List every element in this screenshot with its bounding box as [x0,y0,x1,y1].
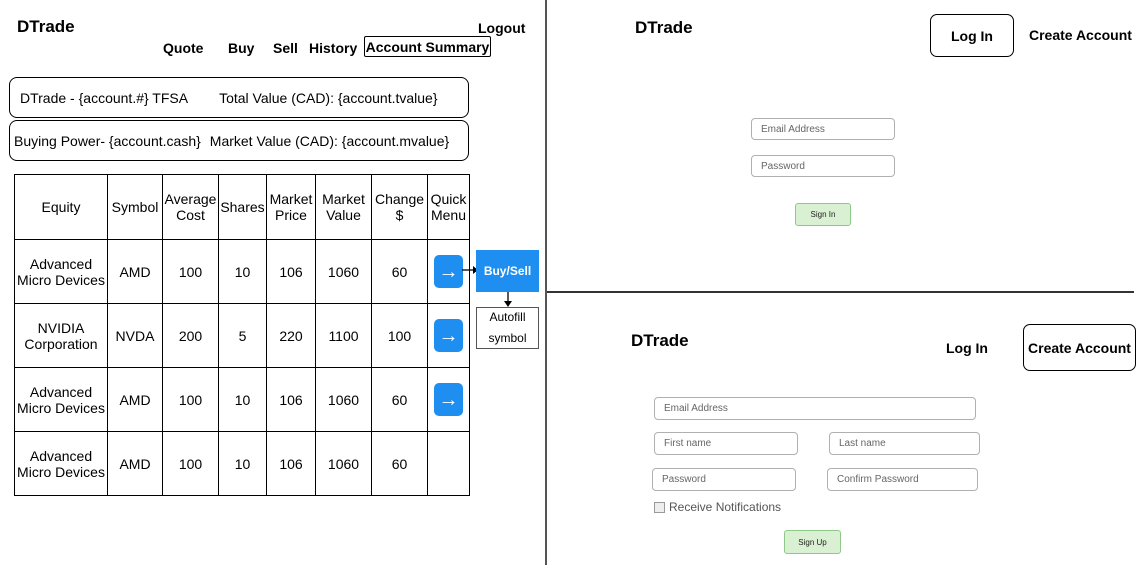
header-equity: Equity [14,174,108,240]
logout-link[interactable]: Logout [478,20,525,36]
autofill-symbol-label: symbol [488,331,527,345]
cell-market-value: 1060 [315,367,372,432]
cell-average-cost: 100 [162,367,219,432]
create-account-link[interactable]: Create Account [1029,27,1132,43]
signup-email-field[interactable]: Email Address [654,397,976,420]
cell-average-cost: 100 [162,431,219,496]
account-line: DTrade - {account.#} TFSA [20,89,189,106]
header-market-price: Market Price [266,174,316,240]
first-name-field[interactable]: First name [654,432,798,455]
cell-equity: Advanced Micro Devices [14,431,108,496]
header-symbol: Symbol [107,174,163,240]
cell-quick-menu-empty [427,431,470,496]
table-row: Advanced Micro Devices AMD 100 10 106 106… [14,239,470,304]
cell-shares: 5 [218,303,267,368]
cell-market-price: 106 [266,239,316,304]
autofill-label: Autofill [489,310,526,324]
cell-quick-menu: → [427,367,470,432]
cell-symbol: AMD [107,367,163,432]
cell-average-cost: 100 [162,239,219,304]
cell-market-price: 106 [266,367,316,432]
total-value: Total Value (CAD): {account.tvalue} [219,89,438,106]
header-quick-menu: Quick Menu [427,174,470,240]
cell-equity: NVIDIA Corporation [14,303,108,368]
arrow-right-icon[interactable]: → [434,319,463,352]
holdings-table: Equity Symbol Average Cost Shares Market P… [14,174,470,496]
cell-change: 60 [371,431,428,496]
buying-power: Buying Power- {account.cash} [14,132,201,149]
sign-in-button[interactable]: Sign In [795,203,851,226]
autofill-symbol-box: Autofill symbol [476,307,539,349]
cell-change: 60 [371,367,428,432]
cell-shares: 10 [218,239,267,304]
cell-symbol: NVDA [107,303,163,368]
nav-sell[interactable]: Sell [273,40,298,56]
cell-market-value: 1060 [315,431,372,496]
arrow-right-icon[interactable]: → [434,255,463,288]
signup-login-link[interactable]: Log In [946,340,988,356]
nav-history[interactable]: History [309,40,357,56]
header-change: Change $ [371,174,428,240]
table-header-row: Equity Symbol Average Cost Shares Market P… [14,174,470,240]
last-name-field[interactable]: Last name [829,432,980,455]
login-button[interactable]: Log In [930,14,1014,57]
cell-shares: 10 [218,431,267,496]
cell-market-value: 1060 [315,239,372,304]
create-account-button[interactable]: Create Account [1023,324,1136,371]
main-brand: DTrade [17,17,75,36]
notifications-label: Receive Notifications [669,500,782,514]
cell-symbol: AMD [107,431,163,496]
cell-market-value: 1100 [315,303,372,368]
horizontal-divider [547,291,1134,293]
market-value: Market Value (CAD): {account.mvalue} [209,132,450,149]
table-row: NVIDIA Corporation NVDA 200 5 220 1100 10… [14,303,470,368]
vertical-divider [545,0,547,565]
cell-symbol: AMD [107,239,163,304]
cell-shares: 10 [218,367,267,432]
nav-account-summary[interactable]: Account Summary [364,36,491,57]
login-password-field[interactable]: Password [751,155,895,177]
cell-equity: Advanced Micro Devices [14,239,108,304]
arrow-right-icon[interactable]: → [434,383,463,416]
header-market-value: Market Value [315,174,372,240]
cell-change: 100 [371,303,428,368]
signup-brand: DTrade [631,331,689,350]
signup-password-field[interactable]: Password [652,468,796,491]
sign-up-button[interactable]: Sign Up [784,530,841,554]
table-row: Advanced Micro Devices AMD 100 10 106 106… [14,431,470,496]
flow-arrow-down-icon [504,292,512,307]
nav-quote[interactable]: Quote [163,40,203,56]
cell-average-cost: 200 [162,303,219,368]
login-email-field[interactable]: Email Address [751,118,895,140]
login-brand: DTrade [635,18,693,37]
account-info-box: DTrade - {account.#} TFSA Total Value (C… [9,77,469,118]
nav-buy[interactable]: Buy [228,40,254,56]
confirm-password-field[interactable]: Confirm Password [827,468,978,491]
cell-market-price: 220 [266,303,316,368]
cell-quick-menu: → [427,303,470,368]
cell-change: 60 [371,239,428,304]
notifications-checkbox[interactable] [654,502,665,513]
buy-sell-popup[interactable]: Buy/Sell [476,250,539,292]
cell-equity: Advanced Micro Devices [14,367,108,432]
cell-market-price: 106 [266,431,316,496]
header-average-cost: Average Cost [162,174,219,240]
cash-info-box: Buying Power- {account.cash} Market Valu… [9,120,469,161]
table-row: Advanced Micro Devices AMD 100 10 106 106… [14,367,470,432]
header-shares: Shares [218,174,267,240]
